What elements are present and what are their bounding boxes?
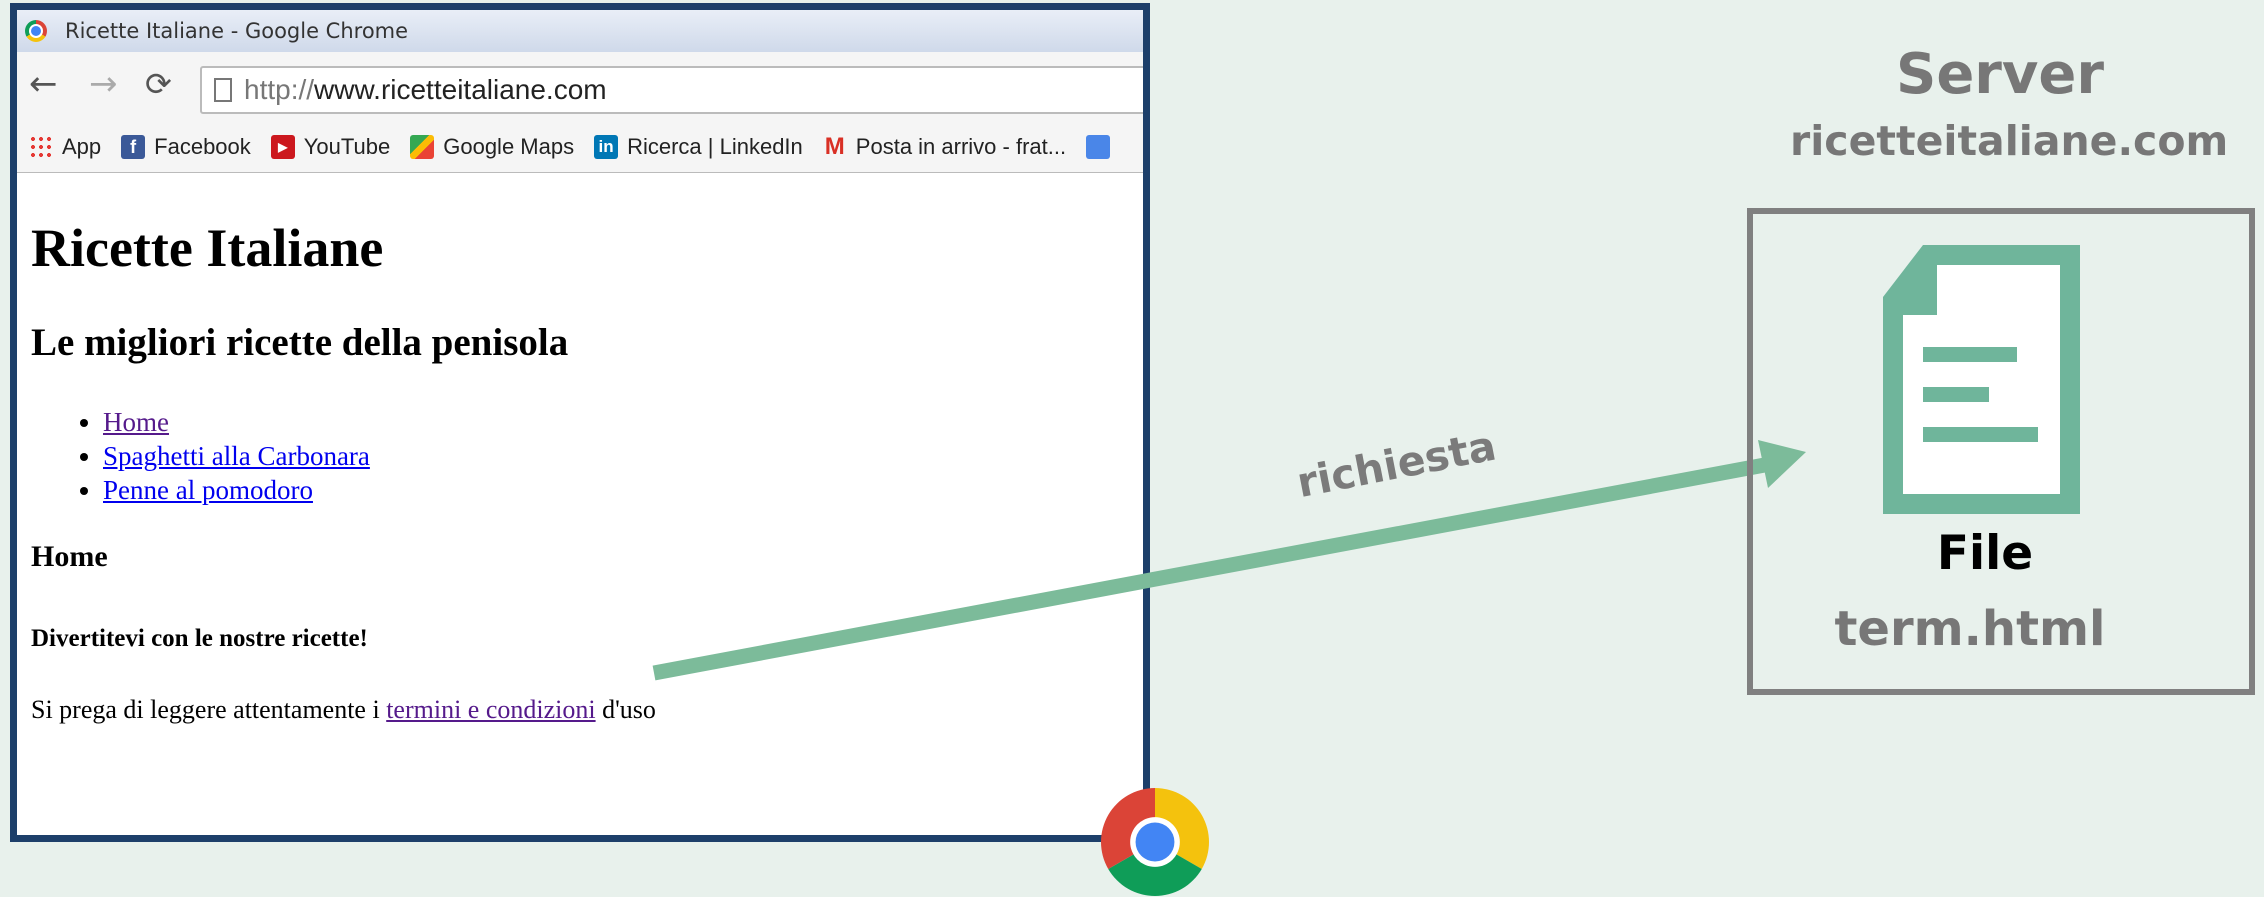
linkedin-icon: in xyxy=(594,135,619,159)
nav-item: Spaghetti alla Carbonara xyxy=(103,439,370,473)
server-host: ricetteitaliane.com xyxy=(1790,117,2229,165)
nav-link-penne[interactable]: Penne al pomodoro xyxy=(103,475,313,505)
chrome-icon xyxy=(25,20,47,42)
file-name: term.html xyxy=(1834,601,2106,657)
nav-item: Penne al pomodoro xyxy=(103,473,370,507)
bookmark-youtube[interactable]: ▶ YouTube xyxy=(270,134,390,160)
arrow-label: richiesta xyxy=(1293,421,1500,508)
bookmark-blue-icon xyxy=(1086,135,1111,159)
bookmark-app[interactable]: App xyxy=(29,134,101,160)
nav-link-carbonara[interactable]: Spaghetti alla Carbonara xyxy=(103,441,370,471)
terms-paragraph: Si prega di leggere attentamente i termi… xyxy=(31,695,656,724)
tagline: Divertitevi con le nostre ricette! xyxy=(31,625,368,652)
page-icon xyxy=(214,78,232,102)
forward-arrow-icon[interactable]: → xyxy=(89,64,118,104)
window-title: Ricette Italiane - Google Chrome xyxy=(65,19,409,43)
back-arrow-icon[interactable]: ← xyxy=(29,64,58,104)
browser-toolbar: ← → ⟳ http://www.ricetteitaliane.com xyxy=(17,52,1143,123)
web-page: Ricette Italiane Le migliori ricette del… xyxy=(31,172,1143,835)
server-title: Server xyxy=(1895,42,2105,107)
url-text: http://www.ricetteitaliane.com xyxy=(244,74,607,105)
apps-icon xyxy=(29,135,53,159)
bookmark-linkedin[interactable]: in Ricerca | LinkedIn xyxy=(594,134,803,160)
file-icon xyxy=(1883,245,2080,514)
page-subtitle: Le migliori ricette della penisola xyxy=(31,321,569,364)
google-maps-icon xyxy=(410,135,435,159)
bookmark-google-maps[interactable]: Google Maps xyxy=(410,134,574,160)
nav-list: Home Spaghetti alla Carbonara Penne al p… xyxy=(31,405,370,507)
gmail-icon: M xyxy=(824,133,845,160)
facebook-icon: f xyxy=(121,135,146,159)
nav-item: Home xyxy=(103,405,370,439)
youtube-icon: ▶ xyxy=(270,135,295,159)
bookmark-gmail[interactable]: M Posta in arrivo - frat... xyxy=(823,133,1066,160)
bookmark-facebook[interactable]: f Facebook xyxy=(121,134,251,160)
page-title: Ricette Italiane xyxy=(31,218,384,278)
file-label: File xyxy=(1936,526,2034,581)
nav-link-home[interactable]: Home xyxy=(103,407,169,437)
bookmarks-bar: App f Facebook ▶ YouTube Google Maps in … xyxy=(17,122,1143,173)
reload-icon[interactable]: ⟳ xyxy=(145,64,172,104)
browser-window: Ricette Italiane - Google Chrome ← → ⟳ h… xyxy=(10,3,1150,842)
terms-link[interactable]: termini e condizioni xyxy=(386,695,595,724)
address-bar[interactable]: http://www.ricetteitaliane.com xyxy=(200,66,1143,114)
section-heading: Home xyxy=(31,540,108,573)
bookmark-overflow[interactable] xyxy=(1086,135,1119,159)
chrome-logo-icon xyxy=(1101,788,1209,896)
title-bar: Ricette Italiane - Google Chrome xyxy=(17,10,1143,52)
